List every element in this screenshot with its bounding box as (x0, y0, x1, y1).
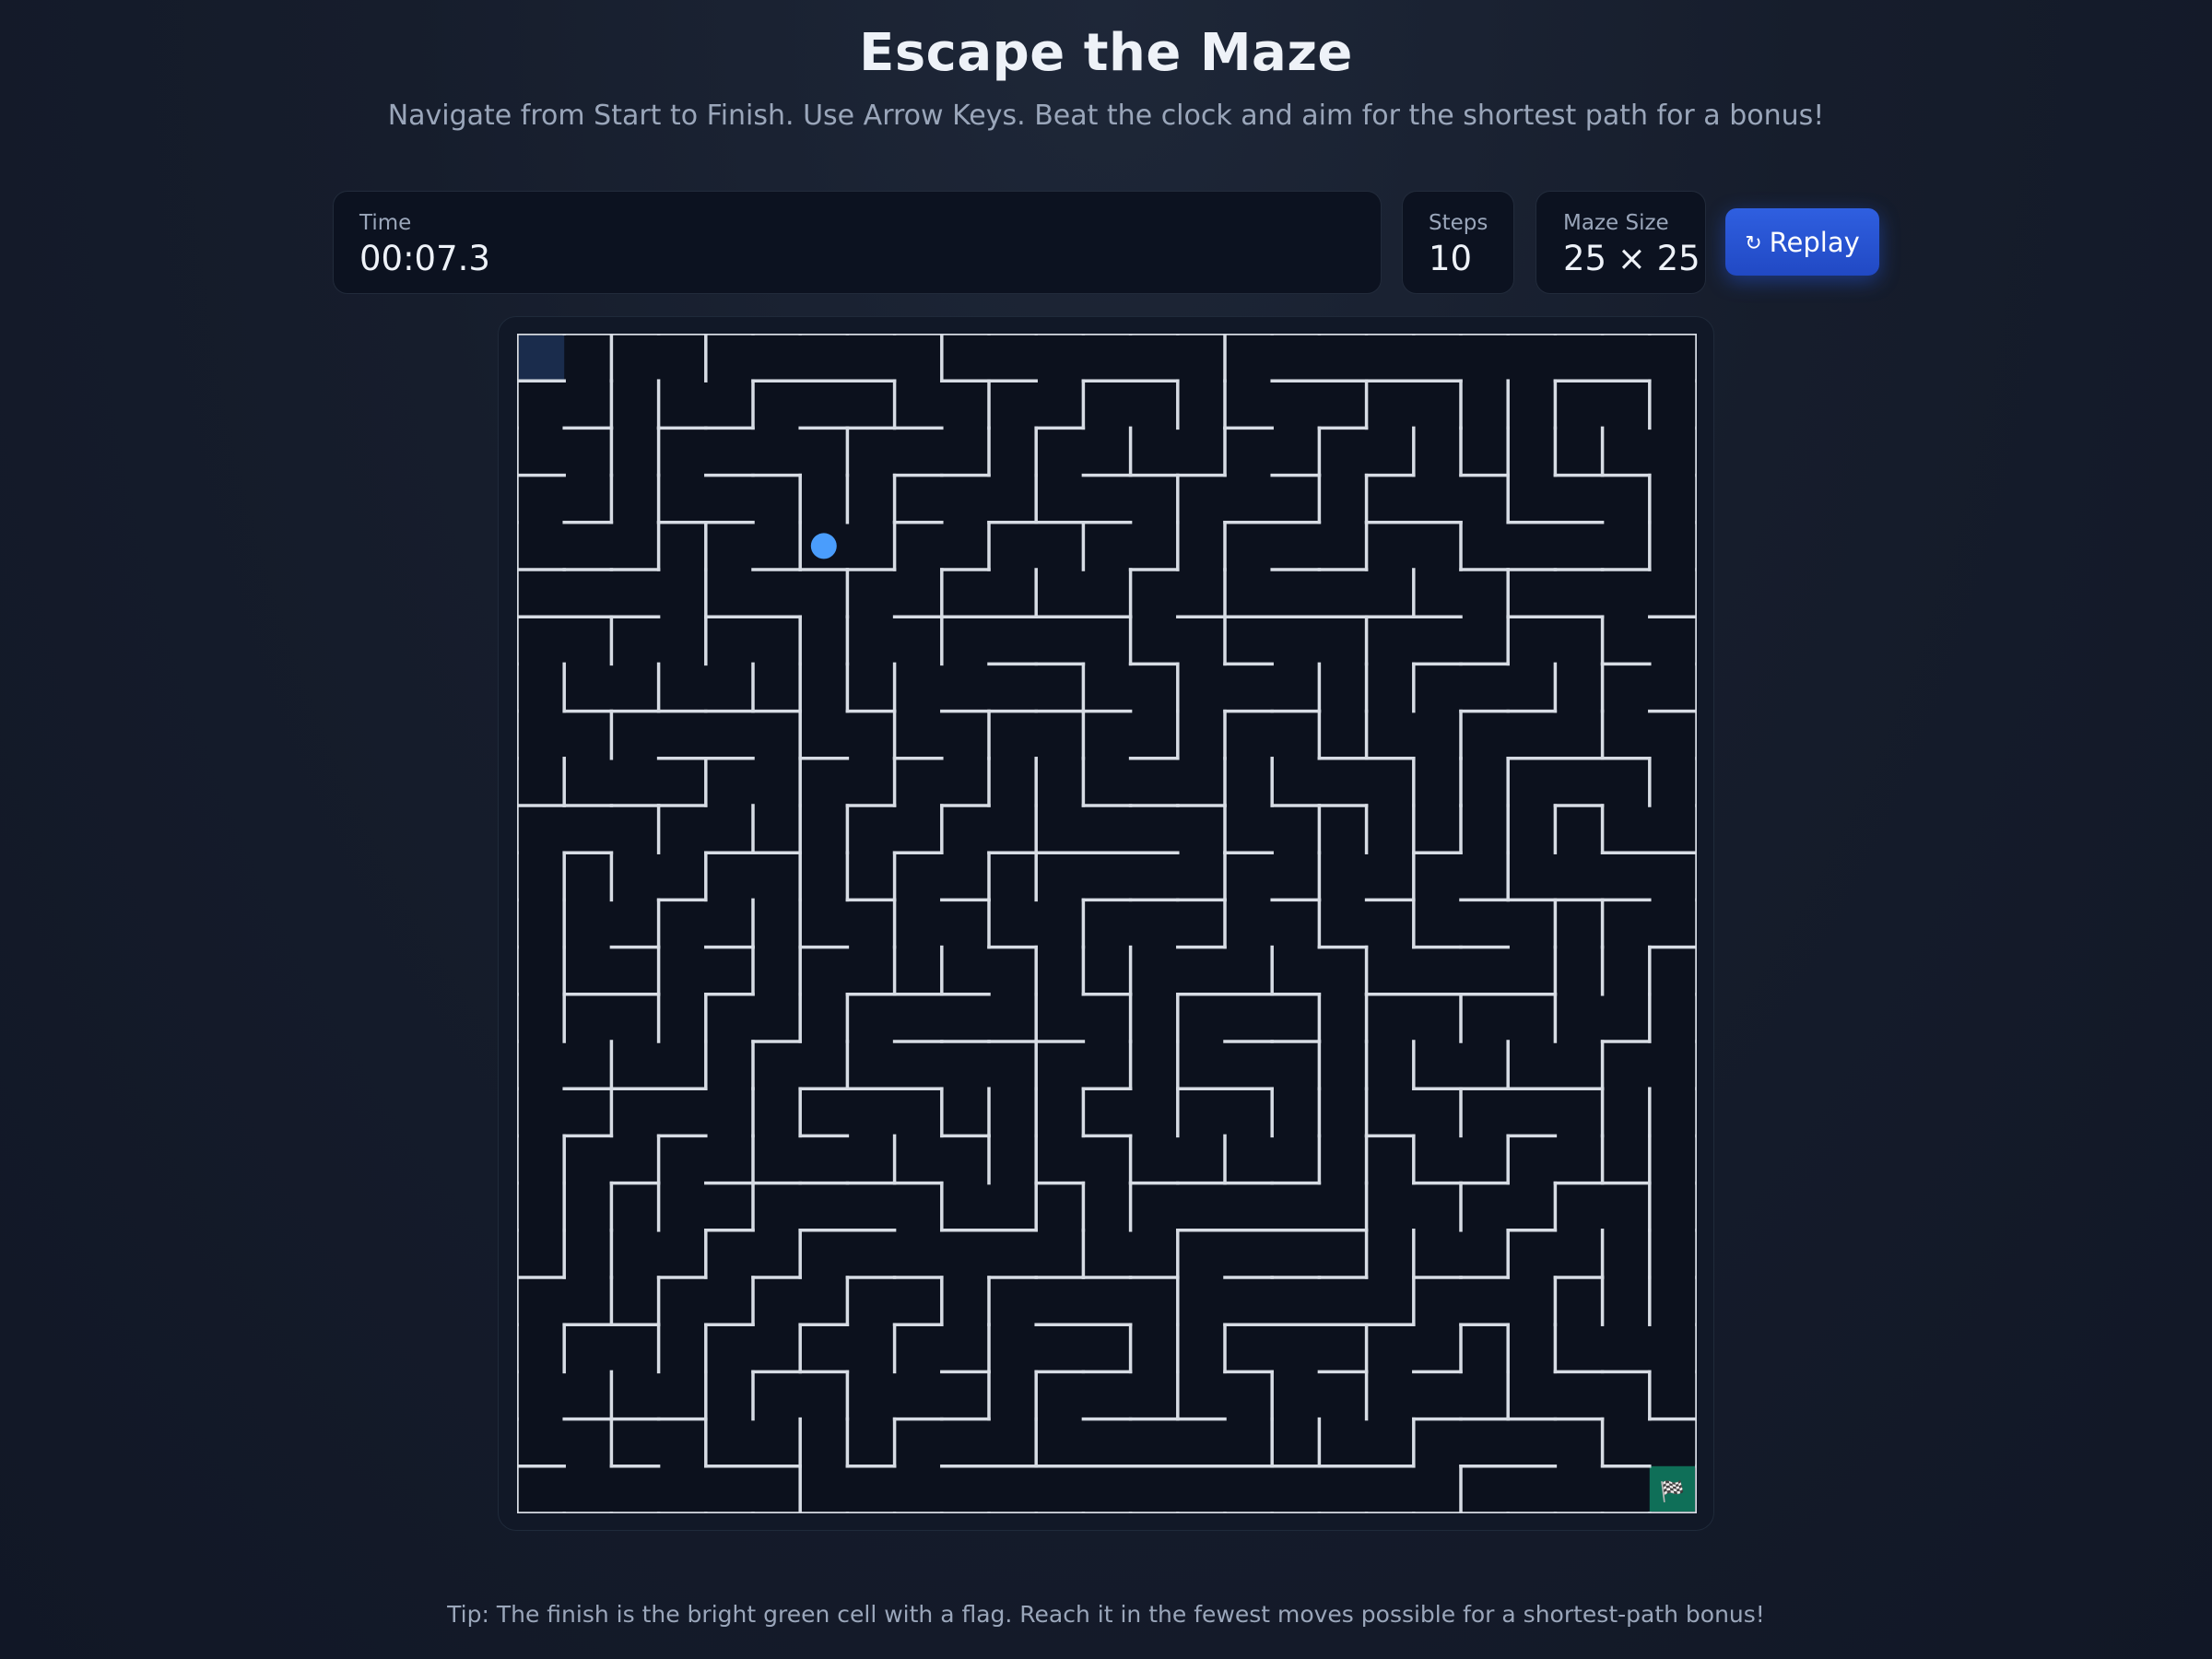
player-marker (810, 533, 837, 559)
steps-panel: Steps 10 (1402, 191, 1514, 294)
maze-grid: 🏁 (517, 334, 1697, 1513)
steps-value: 10 (1429, 239, 1473, 278)
maze-floor (517, 334, 1697, 1513)
replay-button[interactable]: ↻ Replay (1725, 208, 1879, 276)
time-value: 00:07.3 (359, 239, 490, 278)
maze-board[interactable]: 🏁 (517, 334, 1697, 1513)
page-title: Escape the Maze (859, 23, 1353, 83)
steps-label: Steps (1429, 211, 1488, 235)
tip-text: Tip: The finish is the bright green cell… (447, 1601, 1765, 1628)
page-subtitle: Navigate from Start to Finish. Use Arrow… (387, 100, 1825, 132)
time-label: Time (359, 211, 412, 235)
start-cell (519, 335, 565, 382)
replay-icon: ↻ (1745, 232, 1762, 255)
time-panel: Time 00:07.3 (333, 191, 1382, 294)
header: Escape the Maze Navigate from Start to F… (0, 18, 2212, 135)
finish-flag-icon: 🏁 (1660, 1479, 1685, 1503)
maze-size-panel: Maze Size 25 × 25 (1535, 191, 1706, 294)
replay-label: Replay (1769, 226, 1860, 258)
maze-size-value: 25 × 25 (1563, 239, 1700, 278)
maze-board-frame: 🏁 (498, 316, 1714, 1531)
maze-size-label: Maze Size (1563, 211, 1669, 235)
